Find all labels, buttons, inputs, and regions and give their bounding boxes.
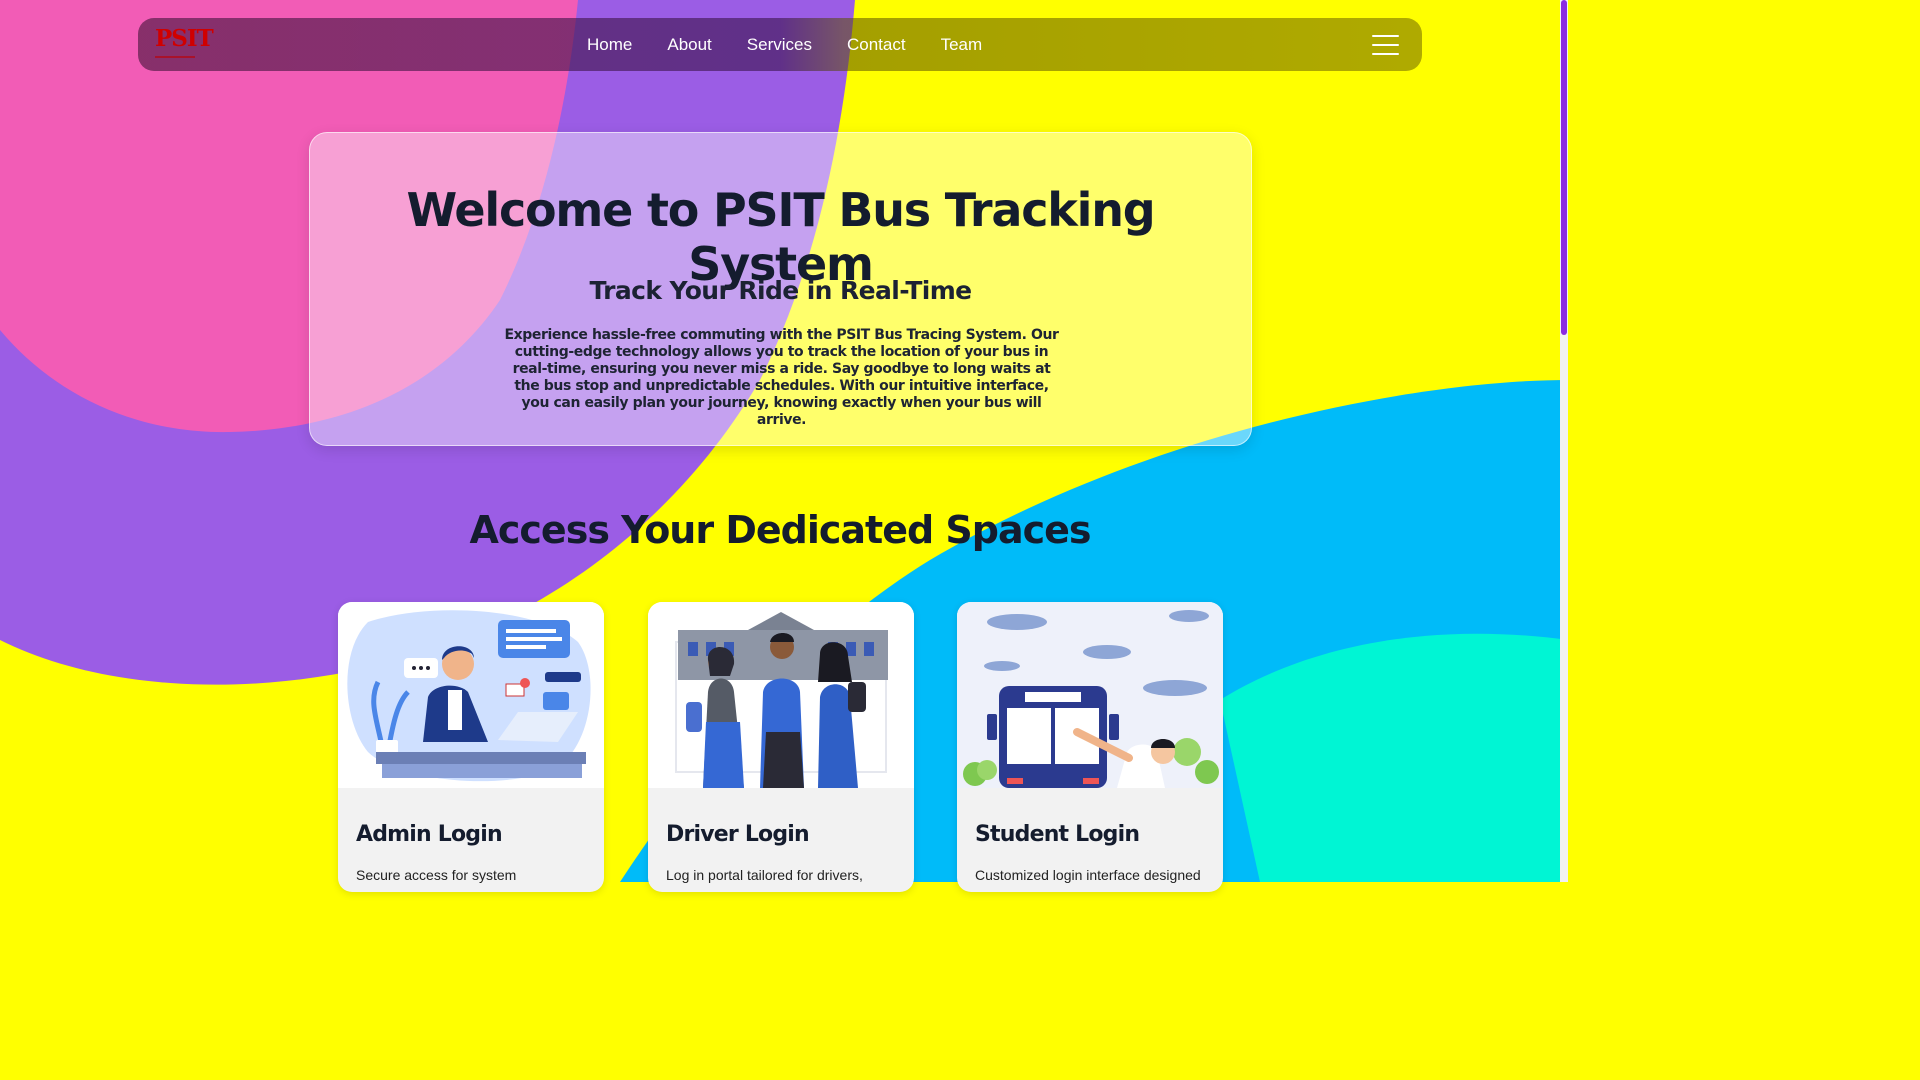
- admin-support-illustration: [338, 602, 604, 788]
- scrollbar-thumb[interactable]: [1561, 0, 1567, 335]
- menu-bar: [1372, 44, 1399, 46]
- nav-link-about[interactable]: About: [667, 35, 711, 55]
- card-title: Admin Login: [356, 822, 503, 847]
- psit-logo[interactable]: PSIT: [155, 25, 214, 62]
- hero-title: Welcome to PSIT Bus Tracking System: [406, 183, 1156, 291]
- card-title: Driver Login: [666, 822, 810, 847]
- nav-link-services[interactable]: Services: [747, 35, 812, 55]
- menu-bar: [1372, 53, 1399, 55]
- section-title: Access Your Dedicated Spaces: [469, 508, 1091, 552]
- nav-links: Home About Services Contact Team: [587, 18, 1017, 71]
- students-campus-illustration: [648, 602, 914, 788]
- nav-link-home[interactable]: Home: [587, 35, 632, 55]
- logo-text: PSIT: [155, 25, 214, 52]
- card-description: Customized login interface designed: [975, 867, 1201, 883]
- hero-panel: Welcome to PSIT Bus Tracking System Trac…: [309, 132, 1252, 446]
- logo-underline: [155, 56, 195, 58]
- bus-stop-illustration: [957, 602, 1223, 788]
- top-navbar: PSIT Home About Services Contact Team: [138, 18, 1422, 71]
- nav-link-contact[interactable]: Contact: [847, 35, 906, 55]
- hero-description: Experience hassle-free commuting with th…: [504, 327, 1059, 428]
- driver-login-card[interactable]: Driver Login Log in portal tailored for …: [648, 602, 914, 892]
- menu-bar: [1372, 35, 1399, 37]
- admin-login-card[interactable]: Admin Login Secure access for system: [338, 602, 604, 892]
- page-scrollbar[interactable]: [1560, 0, 1568, 882]
- card-title: Student Login: [975, 822, 1140, 847]
- nav-link-team[interactable]: Team: [941, 35, 983, 55]
- card-description: Log in portal tailored for drivers,: [666, 867, 863, 883]
- student-login-card[interactable]: Student Login Customized login interface…: [957, 602, 1223, 892]
- hero-subtitle: Track Your Ride in Real-Time: [589, 276, 972, 305]
- card-description: Secure access for system: [356, 867, 517, 883]
- hamburger-menu-icon[interactable]: [1372, 35, 1399, 55]
